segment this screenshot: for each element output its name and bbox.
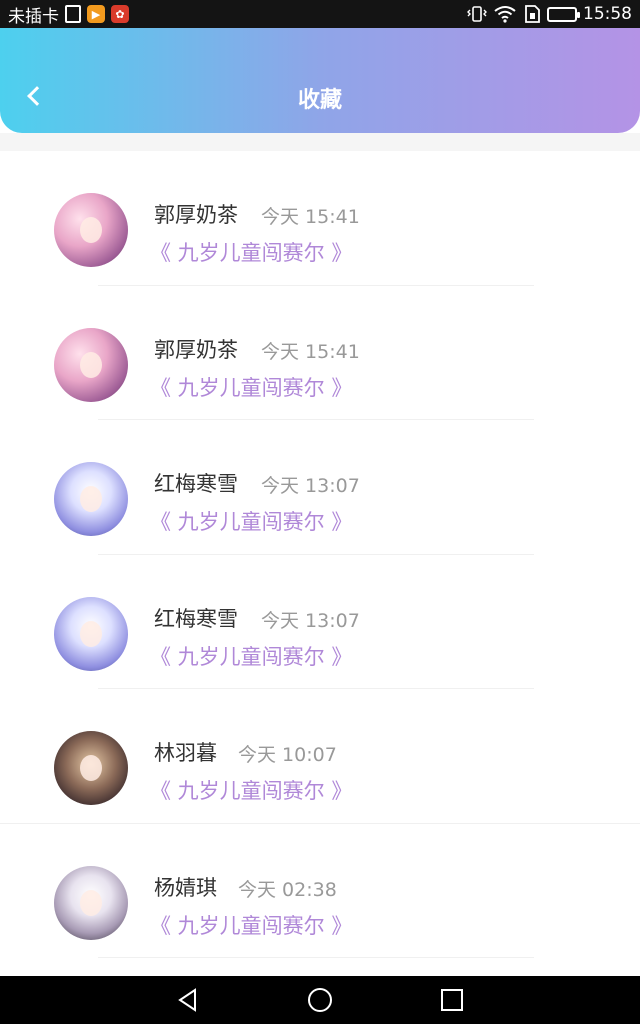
avatar[interactable] bbox=[54, 193, 128, 267]
timestamp: 今天 10:07 bbox=[238, 744, 337, 766]
video-app-icon: ▶ bbox=[87, 5, 105, 23]
nav-back-button[interactable] bbox=[158, 976, 218, 1024]
divider bbox=[98, 957, 534, 958]
sim-card-icon bbox=[525, 5, 540, 23]
status-bar-right: 15:58 bbox=[467, 4, 632, 24]
timestamp: 今天 02:38 bbox=[238, 878, 337, 901]
user-name: 郭厚奶茶 bbox=[154, 203, 238, 227]
book-title-link[interactable]: 《 九岁儿童闯赛尔 》 bbox=[150, 910, 352, 940]
user-name: 红梅寒雪 bbox=[154, 606, 238, 631]
book-title-link[interactable]: 《 九岁儿童闯赛尔 》 bbox=[150, 641, 352, 671]
carrier-label: 未插卡 bbox=[8, 6, 59, 27]
list-item[interactable]: 红梅寒雪 今天 13:07 《 九岁儿童闯赛尔 》 bbox=[0, 420, 640, 555]
sim-icon bbox=[65, 5, 81, 23]
header-spacer bbox=[0, 133, 640, 151]
user-name: 郭厚奶茶 bbox=[154, 337, 238, 362]
battery-icon bbox=[547, 6, 580, 22]
list-item[interactable]: 红梅寒雪 今天 13:07 《 九岁儿童闯赛尔 》 bbox=[0, 555, 640, 689]
favorites-list: 郭厚奶茶 今天 15:41 《 九岁儿童闯赛尔 》 郭厚奶茶 今天 15:41 … bbox=[0, 151, 640, 958]
timestamp: 今天 13:07 bbox=[261, 609, 360, 632]
user-name: 杨婧琪 bbox=[154, 875, 217, 900]
avatar[interactable] bbox=[54, 865, 128, 940]
avatar[interactable] bbox=[54, 731, 128, 805]
clock: 15:58 bbox=[583, 4, 632, 24]
timestamp: 今天 13:07 bbox=[261, 475, 360, 497]
list-item[interactable]: 郭厚奶茶 今天 15:41 《 九岁儿童闯赛尔 》 bbox=[0, 151, 640, 286]
book-title-link[interactable]: 《 九岁儿童闯赛尔 》 bbox=[150, 372, 352, 402]
recent-square-icon bbox=[441, 989, 463, 1011]
nav-recent-button[interactable] bbox=[422, 976, 482, 1024]
page-title: 收藏 bbox=[297, 88, 342, 113]
app-header: 收藏 bbox=[0, 28, 640, 133]
avatar[interactable] bbox=[54, 327, 128, 402]
avatar[interactable] bbox=[54, 596, 128, 671]
avatar[interactable] bbox=[54, 462, 128, 536]
book-title-link[interactable]: 《 九岁儿童闯赛尔 》 bbox=[150, 506, 352, 536]
timestamp: 今天 15:41 bbox=[261, 206, 360, 228]
back-triangle-icon bbox=[178, 988, 196, 1012]
nav-home-button[interactable] bbox=[290, 976, 350, 1024]
list-item[interactable]: 林羽暮 今天 10:07 《 九岁儿童闯赛尔 》 bbox=[0, 689, 640, 824]
huawei-app-icon: ✿ bbox=[111, 5, 129, 23]
wifi-icon bbox=[494, 6, 516, 23]
timestamp: 今天 15:41 bbox=[261, 340, 360, 363]
system-nav-bar bbox=[0, 976, 640, 1024]
book-title-link[interactable]: 《 九岁儿童闯赛尔 》 bbox=[150, 775, 352, 805]
status-bar: 未插卡 ▶ ✿ 15:58 bbox=[0, 0, 640, 28]
user-name: 林羽暮 bbox=[154, 741, 217, 765]
vibrate-icon bbox=[467, 6, 487, 22]
home-circle-icon bbox=[308, 988, 332, 1012]
status-bar-left: 未插卡 ▶ ✿ bbox=[8, 2, 129, 27]
list-item[interactable]: 杨婧琪 今天 02:38 《 九岁儿童闯赛尔 》 bbox=[0, 824, 640, 958]
list-item[interactable]: 郭厚奶茶 今天 15:41 《 九岁儿童闯赛尔 》 bbox=[0, 286, 640, 420]
user-name: 红梅寒雪 bbox=[154, 472, 238, 496]
book-title-link[interactable]: 《 九岁儿童闯赛尔 》 bbox=[150, 237, 352, 267]
